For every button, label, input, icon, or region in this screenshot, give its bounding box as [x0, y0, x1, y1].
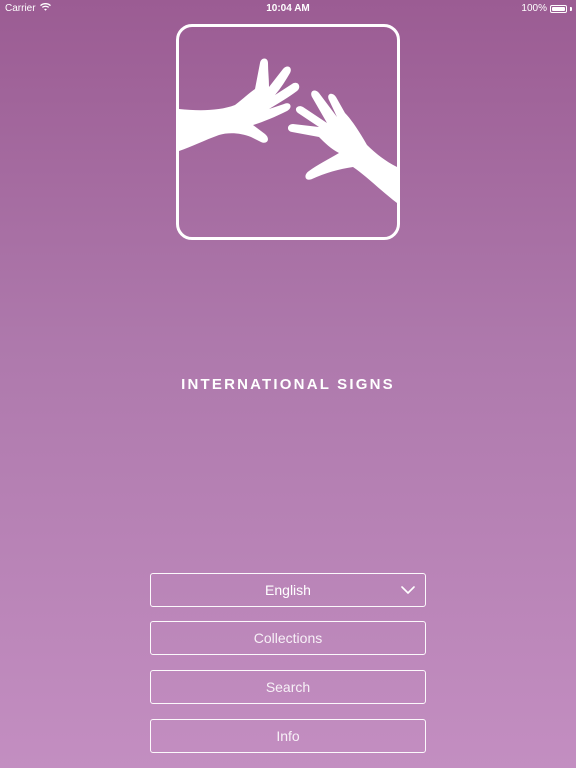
- battery-fill: [552, 6, 565, 11]
- status-time: 10:04 AM: [266, 3, 310, 14]
- signing-hands-icon: [179, 58, 397, 203]
- info-button[interactable]: Info: [150, 719, 426, 753]
- collections-button[interactable]: Collections: [150, 621, 426, 655]
- battery-icon: [550, 4, 567, 13]
- left-hand-shape: [179, 58, 300, 151]
- info-button-label: Info: [276, 728, 300, 744]
- app-title: INTERNATIONAL SIGNS: [181, 376, 395, 393]
- status-right: 100%: [521, 3, 572, 14]
- search-button-label: Search: [265, 679, 311, 695]
- chevron-down-icon: [401, 586, 415, 594]
- battery-tip: [570, 6, 572, 11]
- collections-button-label: Collections: [253, 630, 323, 646]
- status-bar: Carrier 10:04 AM 100%: [0, 0, 576, 18]
- battery-percentage: 100%: [521, 3, 547, 14]
- right-hand-shape: [287, 90, 397, 203]
- search-button[interactable]: Search: [150, 670, 426, 704]
- app-logo: [176, 24, 400, 240]
- language-select[interactable]: English: [150, 573, 426, 607]
- language-select-value: English: [265, 582, 311, 598]
